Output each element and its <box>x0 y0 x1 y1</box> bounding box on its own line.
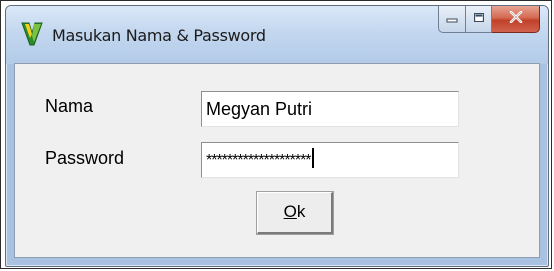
dialog-window: Masukan Nama & Password Nama Megyan Putr… <box>5 5 549 267</box>
nama-label: Nama <box>45 96 94 116</box>
password-input[interactable]: ******************** <box>201 142 459 178</box>
ok-button[interactable]: Ok <box>256 191 334 235</box>
ok-mnemonic: O <box>283 202 297 221</box>
minimize-button[interactable] <box>438 6 466 33</box>
text-caret <box>311 148 314 168</box>
close-icon <box>509 10 523 28</box>
password-value: ******************** <box>206 152 312 169</box>
app-icon <box>20 21 44 47</box>
caption-buttons <box>438 6 540 34</box>
window-title: Masukan Nama & Password <box>52 26 266 45</box>
close-button[interactable] <box>492 6 540 33</box>
title-bar[interactable]: Masukan Nama & Password <box>6 6 548 64</box>
nama-input[interactable]: Megyan Putri <box>201 91 459 127</box>
dialog-body: Nama Megyan Putri Password *************… <box>14 63 540 258</box>
ok-label-rest: k <box>296 202 306 221</box>
password-label: Password <box>45 148 125 168</box>
maximize-icon <box>473 10 485 28</box>
maximize-button[interactable] <box>466 6 492 33</box>
nama-value: Megyan Putri <box>206 99 313 119</box>
minimize-icon <box>446 10 458 28</box>
screenshot-frame: Masukan Nama & Password Nama Megyan Putr… <box>0 0 552 269</box>
